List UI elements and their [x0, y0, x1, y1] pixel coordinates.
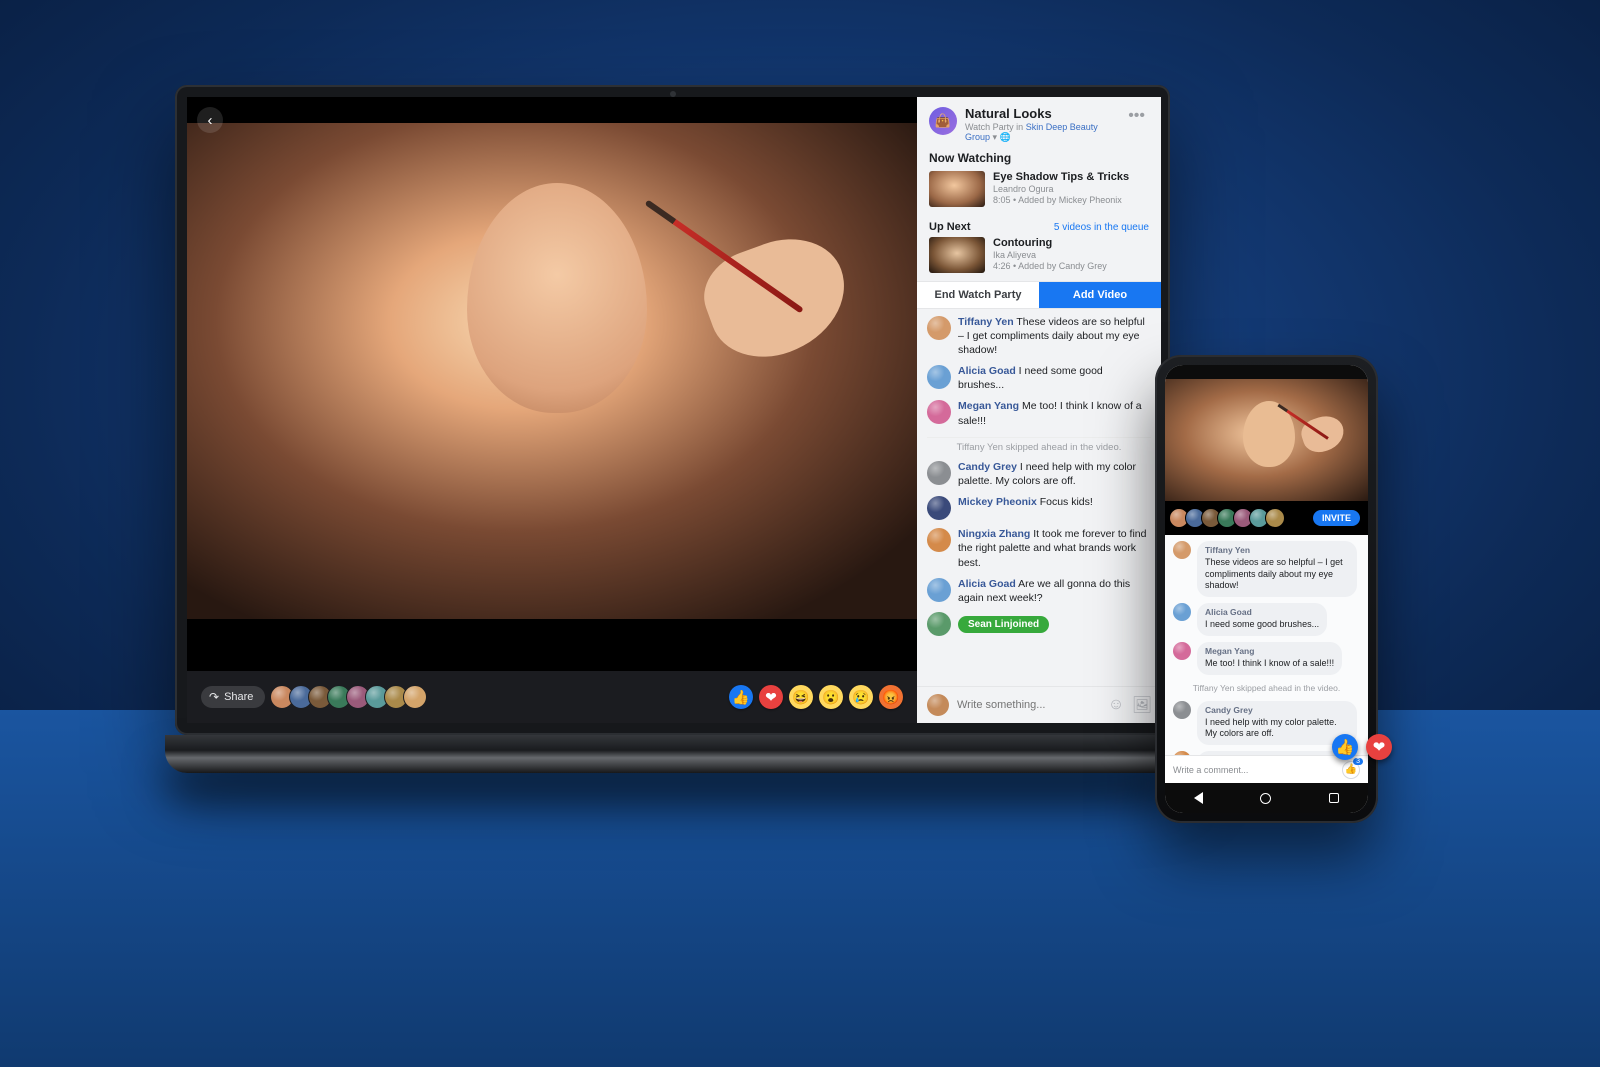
system-message: Tiffany Yen skipped ahead in the video.: [1173, 681, 1360, 695]
viewer-strip-mobile: INVITE: [1165, 501, 1368, 535]
comment-author[interactable]: Alicia Goad: [1205, 607, 1319, 618]
chat-message: Alicia Goad Are we all gonna do this aga…: [927, 577, 1151, 605]
comment-author[interactable]: Megan Yang: [1205, 646, 1334, 657]
comment-author[interactable]: Ningxia Zhang: [958, 528, 1030, 540]
video-thumbnail: [929, 237, 985, 273]
photo-attach-icon[interactable]: 🖼: [1133, 696, 1151, 714]
chat-panel-mobile: Tiffany YenThese videos are so helpful –…: [1165, 535, 1368, 755]
comment-author[interactable]: Tiffany Yen: [958, 316, 1014, 328]
chat-message: Alicia GoadI need some good brushes...: [1173, 603, 1360, 636]
video-meta: 8:05 • Added by Mickey Pheonix: [993, 195, 1149, 206]
comment-author[interactable]: Candy Grey: [958, 461, 1017, 473]
chat-message: Ningxia Zhang It took me forever to find…: [927, 527, 1151, 570]
comment-input-mobile[interactable]: Write a comment...: [1173, 765, 1336, 775]
love-reaction[interactable]: ❤: [759, 685, 783, 709]
share-button[interactable]: Share: [201, 686, 265, 708]
sad-reaction[interactable]: 😢: [849, 685, 873, 709]
chat-message: Candy Grey I need help with my color pal…: [927, 460, 1151, 488]
video-thumbnail: [929, 171, 985, 207]
floating-reactions: 👍 ❤: [1332, 734, 1392, 760]
like-reaction[interactable]: 👍: [729, 685, 753, 709]
chat-message: Mickey Pheonix Focus kids!: [927, 495, 1151, 520]
comment-author[interactable]: Megan Yang: [958, 400, 1019, 412]
user-avatar[interactable]: [927, 365, 951, 389]
love-reaction[interactable]: ❤: [1366, 734, 1392, 760]
laptop-screen: ‹ Share 👍 ❤ 😆 😮 😢 😡: [187, 97, 1158, 723]
queue-count[interactable]: 5 videos in the queue: [1054, 222, 1149, 233]
video-title: Eye Shadow Tips & Tricks: [993, 171, 1149, 184]
nav-recent-button[interactable]: [1329, 793, 1339, 803]
reaction-bar: 👍 ❤ 😆 😮 😢 😡: [729, 685, 903, 709]
viewer-avatar[interactable]: [403, 685, 427, 709]
nav-home-button[interactable]: [1260, 793, 1271, 804]
end-watch-party-button[interactable]: End Watch Party: [917, 282, 1039, 308]
comment-author[interactable]: Candy Grey: [1205, 705, 1349, 716]
more-menu-button[interactable]: •••: [1124, 107, 1149, 125]
haha-reaction[interactable]: 😆: [789, 685, 813, 709]
user-avatar[interactable]: [927, 461, 951, 485]
emoji-picker-icon[interactable]: ☺: [1107, 696, 1125, 714]
join-notification: Sean Lin joined: [927, 612, 1151, 636]
video-author: Ika Aliyeva: [993, 250, 1149, 261]
now-watching-item[interactable]: Eye Shadow Tips & Tricks Leandro Ogura 8…: [917, 171, 1161, 215]
chat-message: Tiffany YenThese videos are so helpful –…: [1173, 541, 1360, 597]
group-title: Natural Looks: [965, 107, 1116, 122]
user-avatar[interactable]: [1173, 642, 1191, 660]
add-video-button[interactable]: Add Video: [1039, 282, 1161, 308]
chat-panel: Tiffany Yen These videos are so helpful …: [917, 309, 1161, 686]
up-next-heading: Up Next: [929, 221, 971, 233]
self-avatar: [927, 694, 949, 716]
chat-message: Megan YangMe too! I think I know of a sa…: [1173, 642, 1360, 675]
user-avatar[interactable]: [1173, 701, 1191, 719]
comment-author[interactable]: Alicia Goad: [958, 365, 1016, 377]
user-avatar[interactable]: [1173, 541, 1191, 559]
group-header: 👜 Natural Looks Watch Party in Skin Deep…: [917, 97, 1161, 149]
comment-author[interactable]: Tiffany Yen: [1205, 545, 1349, 556]
angry-reaction[interactable]: 😡: [879, 685, 903, 709]
video-player[interactable]: [187, 97, 917, 671]
group-subtitle: Watch Party in Skin Deep Beauty Group ▾ …: [965, 122, 1116, 143]
video-author: Leandro Ogura: [993, 184, 1149, 195]
video-footer: Share 👍 ❤ 😆 😮 😢 😡: [187, 671, 917, 723]
user-avatar[interactable]: [927, 528, 951, 552]
invite-button[interactable]: INVITE: [1313, 510, 1360, 526]
user-avatar[interactable]: [1173, 603, 1191, 621]
comment-composer: ☺ 🖼: [917, 686, 1161, 723]
chat-message: Tiffany Yen These videos are so helpful …: [927, 315, 1151, 358]
viewer-avatar[interactable]: [1265, 508, 1285, 528]
like-button-mobile[interactable]: 👍3: [1342, 761, 1360, 779]
laptop-device: ‹ Share 👍 ❤ 😆 😮 😢 😡: [175, 85, 1170, 735]
joined-pill: Sean Lin joined: [958, 616, 1049, 633]
user-avatar[interactable]: [927, 612, 951, 636]
viewer-avatars[interactable]: [275, 685, 427, 709]
like-reaction[interactable]: 👍: [1332, 734, 1358, 760]
comment-input[interactable]: [957, 699, 1099, 711]
comment-author[interactable]: Mickey Pheonix: [958, 496, 1037, 508]
chat-message: Megan Yang Me too! I think I know of a s…: [927, 399, 1151, 427]
chat-message: Alicia Goad I need some good brushes...: [927, 364, 1151, 392]
user-avatar[interactable]: [927, 316, 951, 340]
video-player-mobile[interactable]: [1165, 379, 1368, 501]
wow-reaction[interactable]: 😮: [819, 685, 843, 709]
nav-back-button[interactable]: [1194, 792, 1203, 804]
back-button[interactable]: ‹: [197, 107, 223, 133]
user-avatar[interactable]: [927, 496, 951, 520]
user-avatar[interactable]: [927, 400, 951, 424]
android-nav-bar: [1165, 783, 1368, 813]
up-next-item[interactable]: Contouring Ika Aliyeva 4:26 • Added by C…: [917, 237, 1161, 281]
video-title: Contouring: [993, 237, 1149, 250]
system-message: Tiffany Yen skipped ahead in the video.: [927, 437, 1151, 453]
video-meta: 4:26 • Added by Candy Grey: [993, 261, 1149, 272]
group-icon: 👜: [929, 107, 957, 135]
comment-author[interactable]: Alicia Goad: [958, 578, 1016, 590]
status-bar: [1165, 365, 1368, 379]
now-watching-heading: Now Watching: [917, 149, 1161, 171]
user-avatar[interactable]: [927, 578, 951, 602]
